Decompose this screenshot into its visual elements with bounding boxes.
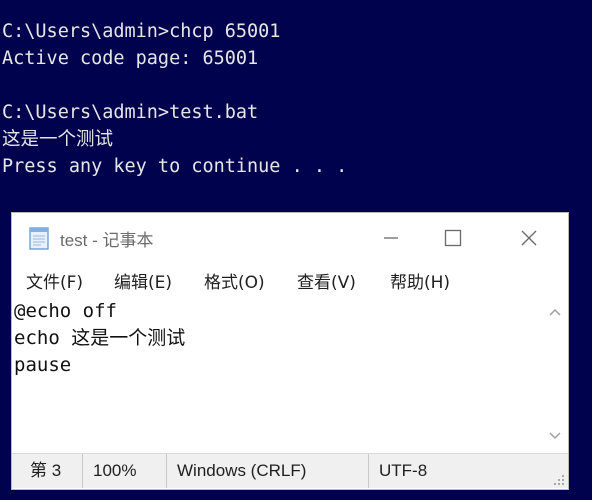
editor-line: @echo off: [14, 300, 117, 322]
vertical-scrollbar[interactable]: [543, 298, 567, 450]
status-zoom: 100%: [82, 454, 136, 488]
menu-bar: 文件(F) 编辑(E) 格式(O) 查看(V) 帮助(H): [12, 265, 568, 295]
minimize-icon: [384, 237, 398, 239]
status-encoding: UTF-8: [368, 454, 427, 488]
menu-view[interactable]: 查看(V): [297, 268, 356, 293]
status-line-ending: Windows (CRLF): [166, 454, 306, 488]
status-line-position: 第 3: [30, 461, 62, 480]
editor-line: echo 这是一个测试: [14, 327, 186, 349]
console-line: Press any key to continue . . .: [2, 156, 348, 177]
console-line: C:\Users\admin>test.bat: [2, 102, 259, 123]
scroll-up-icon[interactable]: [547, 304, 563, 320]
notepad-window: test - 记事本 文件(F) 编辑(E) 格式(O) 查看(V) 帮助(H)…: [12, 213, 568, 489]
maximize-button[interactable]: [430, 221, 476, 255]
resize-grip-icon[interactable]: [552, 472, 566, 486]
text-editor[interactable]: @echo off echo 这是一个测试 pause: [13, 298, 544, 450]
menu-file[interactable]: 文件(F): [26, 268, 83, 293]
menu-edit[interactable]: 编辑(E): [114, 268, 172, 293]
console-line: C:\Users\admin>chcp 65001: [2, 21, 281, 42]
editor-line: pause: [14, 354, 72, 376]
minimize-button[interactable]: [368, 221, 414, 255]
console-output: C:\Users\admin>chcp 65001 Active code pa…: [0, 18, 592, 180]
menu-help[interactable]: 帮助(H): [390, 268, 450, 293]
close-icon: [521, 230, 537, 246]
maximize-icon: [444, 229, 462, 247]
close-button[interactable]: [506, 221, 552, 255]
status-bar: 第 3 100% Windows (CRLF) UTF-8: [12, 453, 568, 488]
console-line: Active code page: 65001: [2, 48, 259, 69]
scroll-down-icon[interactable]: [547, 428, 563, 444]
console-line: 这是一个测试: [2, 129, 114, 150]
notepad-icon[interactable]: [28, 225, 50, 251]
window-title: test - 记事本: [60, 231, 154, 250]
menu-format[interactable]: 格式(O): [204, 268, 265, 293]
title-bar[interactable]: test - 记事本: [12, 213, 568, 263]
